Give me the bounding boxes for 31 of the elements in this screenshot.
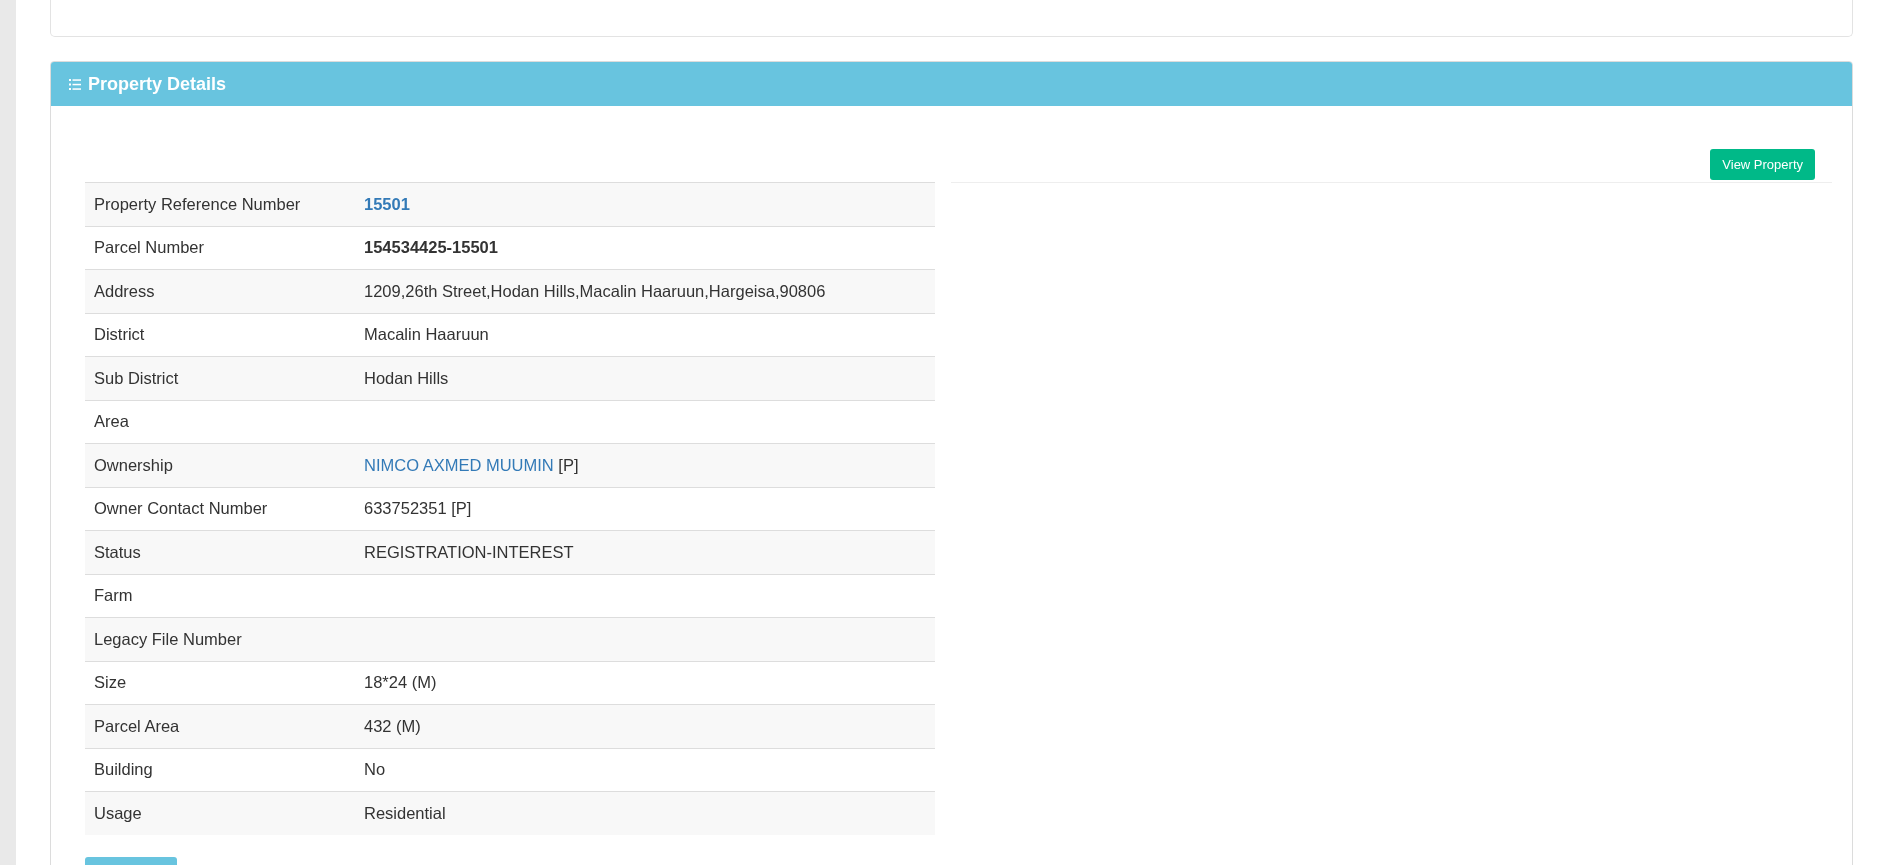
detail-label: Building [94, 760, 153, 779]
detail-value: 18*24 (M) [364, 673, 437, 692]
detail-label: Owner Contact Number [94, 499, 268, 518]
detail-label: Usage [94, 804, 142, 822]
detail-label: Legacy File Number [94, 629, 242, 648]
detail-value: Hodan Hills [364, 368, 449, 387]
panel-title: Property Details [88, 73, 227, 95]
detail-value: 1209,26th Street,Hodan Hills,Macalin Haaruun,Hargeisa,90806 [364, 281, 826, 300]
detail-label: Parcel Area [94, 716, 180, 735]
detail-value[interactable]: NIMCO AXMED MUUMIN [364, 455, 554, 474]
owner-type-marker: [P] [558, 455, 579, 474]
detail-label: Ownership [94, 455, 173, 474]
detail-label: District [94, 325, 145, 344]
detail-value[interactable]: 15501 [364, 194, 410, 213]
list-icon [69, 78, 81, 90]
detail-value: 154534425-15501 [364, 238, 498, 257]
detail-value: Residential [364, 804, 446, 822]
detail-label: Size [94, 673, 127, 692]
detail-value: REGISTRATION-INTEREST [364, 542, 574, 561]
detail-value: 633752351 [P] [364, 499, 472, 518]
detail-value: No [364, 760, 386, 779]
detail-label: Status [94, 542, 141, 561]
detail-value: 432 (M) [364, 716, 421, 735]
detail-value: Macalin Haaruun [364, 325, 489, 344]
view-property-button[interactable]: View Property [1710, 149, 1815, 180]
detail-label: Sub District [94, 368, 179, 387]
detail-label: Property Reference Number [94, 194, 301, 213]
detail-label: Area [94, 412, 129, 431]
detail-label: Address [94, 281, 155, 300]
detail-label: Farm [94, 586, 133, 605]
detail-label: Parcel Number [94, 238, 205, 257]
